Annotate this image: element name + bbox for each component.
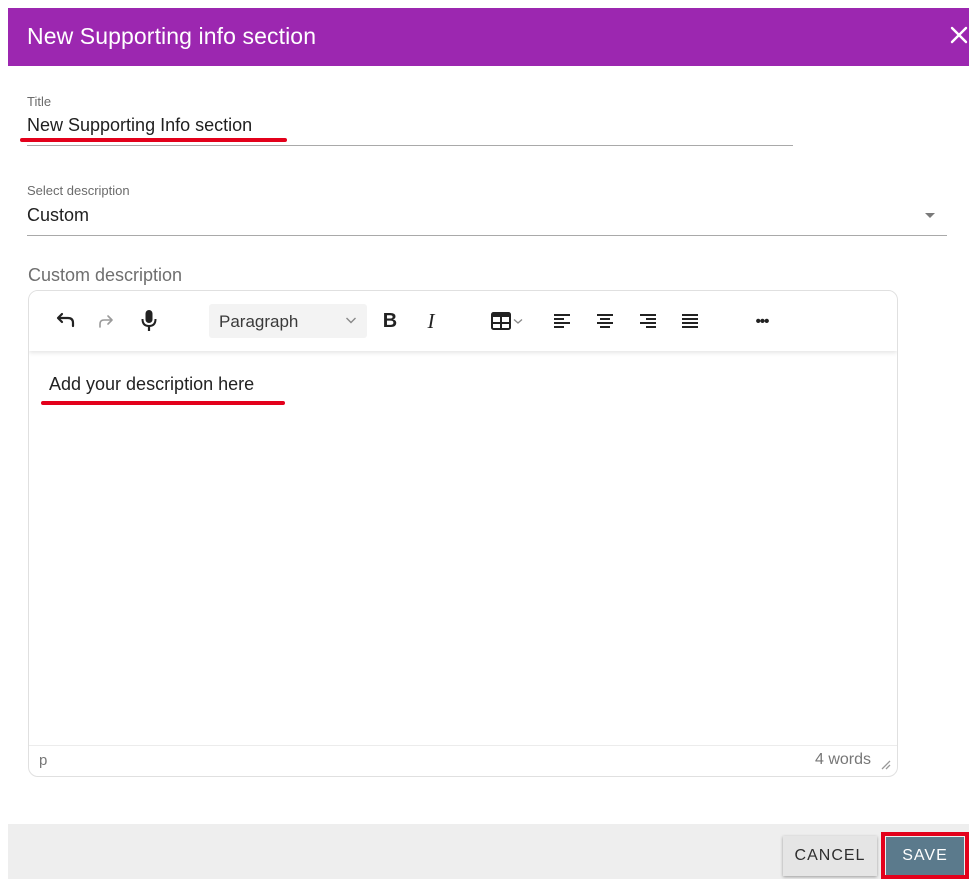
more-options-button[interactable]: ••• [747,305,777,337]
dropdown-arrow-icon[interactable] [925,213,935,218]
redo-icon[interactable] [91,305,121,337]
dialog-title: New Supporting info section [27,23,317,49]
undo-icon[interactable] [51,305,81,337]
table-dropdown[interactable] [487,305,527,337]
table-icon [490,311,512,331]
block-format-dropdown[interactable]: Paragraph [209,304,367,338]
editor-statusbar: p 4 words [29,745,897,776]
block-format-label: Paragraph [219,312,299,331]
element-path[interactable]: p [39,752,47,769]
bold-button[interactable]: B [377,305,403,337]
dialog-header: New Supporting info section [8,8,969,66]
title-input[interactable]: New Supporting Info section [27,115,252,136]
custom-description-label: Custom description [28,265,183,285]
rich-text-editor: Paragraph B I ••• Add your description h… [28,290,898,777]
editor-content[interactable]: Add your description here [49,374,254,395]
align-center-icon[interactable] [592,305,618,337]
title-input-underline [27,145,793,146]
align-right-icon[interactable] [635,305,661,337]
close-icon[interactable] [946,20,969,50]
chevron-down-icon [512,315,524,327]
supporting-info-dialog: New Supporting info section Title New Su… [8,8,969,879]
align-left-icon[interactable] [549,305,575,337]
description-select-underline [27,235,947,236]
chevron-down-icon [345,313,357,331]
save-button[interactable]: SAVE [886,837,964,875]
description-select[interactable]: Custom [27,205,89,226]
align-justify-icon[interactable] [677,305,703,337]
dialog-footer: CANCEL SAVE [8,824,969,879]
annotation-underline-description [41,401,285,405]
italic-button[interactable]: I [419,305,443,337]
resize-handle-icon[interactable] [879,757,891,775]
description-select-label: Select description [27,183,130,198]
cancel-button[interactable]: CANCEL [783,836,877,876]
editor-toolbar: Paragraph B I ••• [29,291,897,351]
word-count[interactable]: 4 words [815,751,871,769]
annotation-underline-title [20,138,287,142]
microphone-icon[interactable] [135,305,163,337]
title-field-label: Title [27,94,52,109]
